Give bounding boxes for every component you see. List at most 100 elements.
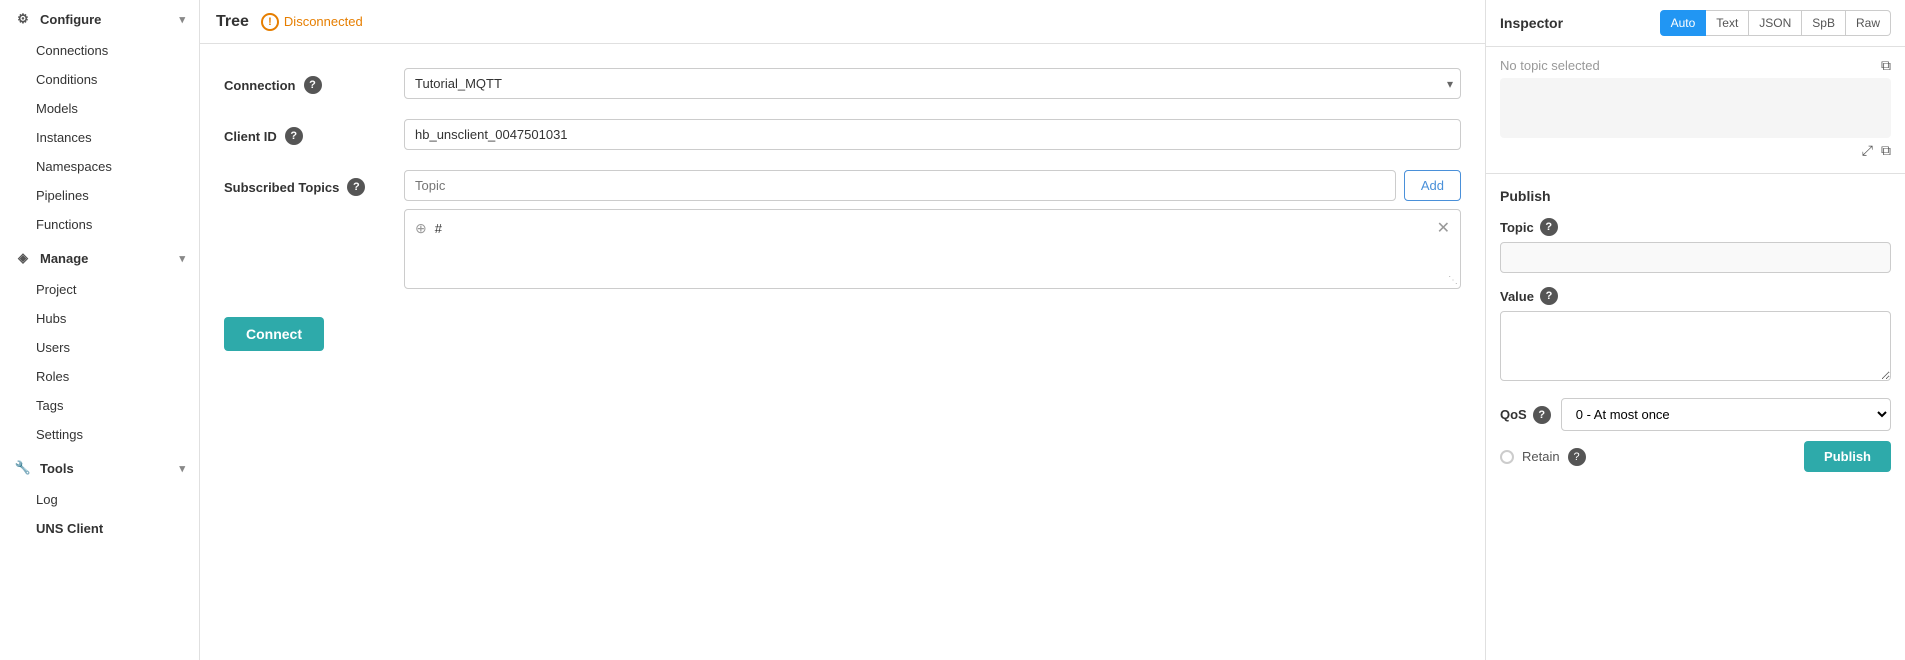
publish-value-help-icon[interactable]: ? xyxy=(1540,287,1558,305)
manage-section: ◈ Manage ▾ Project Hubs Users Roles Tags… xyxy=(0,239,199,449)
sidebar-item-users[interactable]: Users xyxy=(0,333,199,362)
publish-title: Publish xyxy=(1500,188,1891,204)
manage-group-header[interactable]: ◈ Manage ▾ xyxy=(0,239,199,275)
inspector-tabs: Auto Text JSON SpB Raw xyxy=(1660,10,1891,36)
connect-button[interactable]: Connect xyxy=(224,317,324,351)
sidebar-item-project[interactable]: Project xyxy=(0,275,199,304)
tools-group-header[interactable]: 🔧 Tools ▾ xyxy=(0,449,199,485)
tab-auto[interactable]: Auto xyxy=(1660,10,1707,36)
sidebar-item-uns-client[interactable]: UNS Client xyxy=(0,514,199,543)
action-icons-row: ⤢ ⧉ xyxy=(1500,138,1891,163)
manage-icon: ◈ xyxy=(14,249,32,267)
connect-button-row: Connect xyxy=(224,309,1461,351)
publish-topic-input[interactable] xyxy=(1500,242,1891,273)
retain-label: Retain xyxy=(1522,449,1560,464)
sidebar-item-log[interactable]: Log xyxy=(0,485,199,514)
subscribed-topic-item: ⊕ # ✕ xyxy=(405,210,1460,246)
client-id-help-icon[interactable]: ? xyxy=(285,127,303,145)
sidebar-item-settings[interactable]: Settings xyxy=(0,420,199,449)
topic-input-row: Add xyxy=(404,170,1461,201)
publish-value-label: Value ? xyxy=(1500,287,1891,305)
sidebar-item-hubs[interactable]: Hubs xyxy=(0,304,199,333)
disconnected-badge: ! Disconnected xyxy=(261,13,363,31)
drag-handle-icon[interactable]: ⊕ xyxy=(415,220,427,237)
configure-label: Configure xyxy=(40,12,101,27)
tree-title: Tree xyxy=(216,13,249,31)
manage-chevron: ▾ xyxy=(179,252,185,265)
publish-value-row: Value ? xyxy=(1500,287,1891,384)
inspector-title: Inspector xyxy=(1500,15,1563,31)
form-area: Connection ? Tutorial_MQTT ▾ Client ID ? xyxy=(200,44,1485,660)
subscribed-topics-label: Subscribed Topics ? xyxy=(224,170,404,196)
connection-help-icon[interactable]: ? xyxy=(304,76,322,94)
connection-select[interactable]: Tutorial_MQTT xyxy=(404,68,1461,99)
no-topic-area xyxy=(1500,78,1891,138)
right-panel: Inspector Auto Text JSON SpB Raw No topi… xyxy=(1485,0,1905,660)
sidebar-item-connections[interactable]: Connections xyxy=(0,36,199,65)
publish-topic-row: Topic ? xyxy=(1500,218,1891,273)
connection-row: Connection ? Tutorial_MQTT ▾ xyxy=(224,68,1461,99)
manage-label: Manage xyxy=(40,251,88,266)
publish-section: Publish Topic ? Value ? QoS ? 0 - At m xyxy=(1486,173,1905,486)
tab-raw[interactable]: Raw xyxy=(1846,10,1891,36)
tab-spb[interactable]: SpB xyxy=(1802,10,1846,36)
remove-topic-icon[interactable]: ✕ xyxy=(1437,218,1450,238)
sidebar-item-tags[interactable]: Tags xyxy=(0,391,199,420)
sidebar-item-instances[interactable]: Instances xyxy=(0,123,199,152)
configure-icon: ⚙ xyxy=(14,10,32,28)
sidebar-item-roles[interactable]: Roles xyxy=(0,362,199,391)
resize-handle-icon[interactable]: ⋱ xyxy=(1448,275,1458,286)
copy-icon[interactable]: ⧉ xyxy=(1881,142,1891,159)
tools-chevron: ▾ xyxy=(179,462,185,475)
main-content: Tree ! Disconnected Connection ? Tutoria… xyxy=(200,0,1485,660)
subscribed-topics-help-icon[interactable]: ? xyxy=(347,178,365,196)
publish-button[interactable]: Publish xyxy=(1804,441,1891,472)
tools-label: Tools xyxy=(40,461,74,476)
sidebar-item-conditions[interactable]: Conditions xyxy=(0,65,199,94)
publish-retain-row: Retain ? Publish xyxy=(1500,441,1891,472)
client-id-row: Client ID ? xyxy=(224,119,1461,150)
retain-radio[interactable] xyxy=(1500,450,1514,464)
configure-chevron: ▾ xyxy=(179,13,185,26)
subscribed-topics-row: Subscribed Topics ? Add ⊕ # ✕ ⋱ xyxy=(224,170,1461,289)
tab-json[interactable]: JSON xyxy=(1749,10,1802,36)
client-id-input[interactable] xyxy=(404,119,1461,150)
publish-value-textarea[interactable] xyxy=(1500,311,1891,381)
tools-section: 🔧 Tools ▾ Log UNS Client xyxy=(0,449,199,543)
qos-label: QoS ? xyxy=(1500,406,1551,424)
topic-tag-label: # xyxy=(435,221,1429,236)
sidebar-item-pipelines[interactable]: Pipelines xyxy=(0,181,199,210)
disconnected-label: Disconnected xyxy=(284,14,363,29)
tools-icon: 🔧 xyxy=(14,459,32,477)
copy-topic-icon[interactable]: ⧉ xyxy=(1881,57,1891,74)
no-topic-row: No topic selected ⧉ xyxy=(1500,57,1891,74)
configure-section: ⚙ Configure ▾ Connections Conditions Mod… xyxy=(0,0,199,239)
inspector-header: Inspector Auto Text JSON SpB Raw xyxy=(1486,0,1905,47)
sidebar-item-functions[interactable]: Functions xyxy=(0,210,199,239)
retain-help-icon[interactable]: ? xyxy=(1568,448,1586,466)
subscribed-box: ⊕ # ✕ ⋱ xyxy=(404,209,1461,289)
tree-header: Tree ! Disconnected xyxy=(200,0,1485,44)
sidebar-item-namespaces[interactable]: Namespaces xyxy=(0,152,199,181)
publish-topic-help-icon[interactable]: ? xyxy=(1540,218,1558,236)
connection-field: Tutorial_MQTT ▾ xyxy=(404,68,1461,99)
publish-topic-label: Topic ? xyxy=(1500,218,1891,236)
no-topic-label: No topic selected xyxy=(1500,58,1600,73)
warning-icon: ! xyxy=(261,13,279,31)
tab-text[interactable]: Text xyxy=(1706,10,1749,36)
publish-qos-row: QoS ? 0 - At most once xyxy=(1500,398,1891,431)
qos-select[interactable]: 0 - At most once xyxy=(1561,398,1891,431)
configure-group-header[interactable]: ⚙ Configure ▾ xyxy=(0,0,199,36)
subscribed-topics-field: Add ⊕ # ✕ ⋱ xyxy=(404,170,1461,289)
inspector-body: No topic selected ⧉ ⤢ ⧉ xyxy=(1486,47,1905,173)
client-id-label: Client ID ? xyxy=(224,119,404,145)
sidebar: ⚙ Configure ▾ Connections Conditions Mod… xyxy=(0,0,200,660)
topic-input[interactable] xyxy=(404,170,1396,201)
retain-left: Retain ? xyxy=(1500,448,1586,466)
external-link-icon[interactable]: ⤢ xyxy=(1862,142,1873,159)
sidebar-item-models[interactable]: Models xyxy=(0,94,199,123)
add-topic-button[interactable]: Add xyxy=(1404,170,1461,201)
qos-help-icon[interactable]: ? xyxy=(1533,406,1551,424)
connection-label: Connection ? xyxy=(224,68,404,94)
client-id-field xyxy=(404,119,1461,150)
